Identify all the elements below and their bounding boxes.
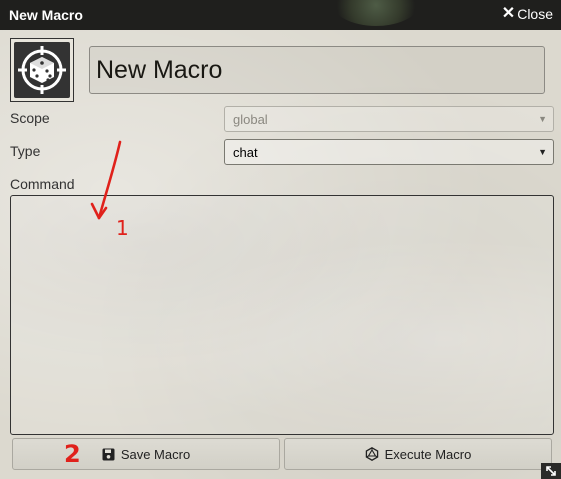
resize-arrows-icon — [546, 466, 556, 476]
close-icon: ✕ — [501, 5, 516, 22]
macro-name-input[interactable] — [89, 46, 545, 94]
macro-config-window: New Macro ✕ Close Sc — [0, 0, 561, 479]
window-titlebar[interactable]: New Macro ✕ Close — [0, 0, 561, 30]
macro-image[interactable] — [10, 38, 74, 102]
chevron-down-icon: ▼ — [538, 114, 547, 124]
background-token-image — [330, 0, 422, 26]
dice-target-icon — [14, 42, 70, 98]
chevron-down-icon: ▼ — [538, 147, 547, 157]
type-value: chat — [233, 144, 258, 160]
execute-macro-button[interactable]: Execute Macro — [284, 438, 552, 470]
scope-label: Scope — [10, 110, 50, 126]
type-select[interactable]: chat ▼ — [224, 139, 554, 165]
type-label: Type — [10, 143, 41, 159]
save-macro-label: Save Macro — [120, 446, 191, 462]
close-button[interactable]: ✕ Close — [501, 5, 553, 23]
resize-handle[interactable] — [541, 463, 561, 479]
execute-macro-label: Execute Macro — [384, 446, 472, 462]
save-macro-button[interactable]: Save Macro — [12, 438, 280, 470]
scope-select: global ▼ — [224, 106, 554, 132]
command-label: Command — [10, 176, 75, 192]
dice-d20-icon — [365, 447, 378, 461]
scope-value: global — [233, 111, 268, 127]
floppy-disk-icon — [102, 448, 115, 460]
window-title: New Macro — [9, 7, 83, 23]
command-textarea[interactable] — [10, 195, 554, 435]
close-label: Close — [517, 6, 553, 22]
